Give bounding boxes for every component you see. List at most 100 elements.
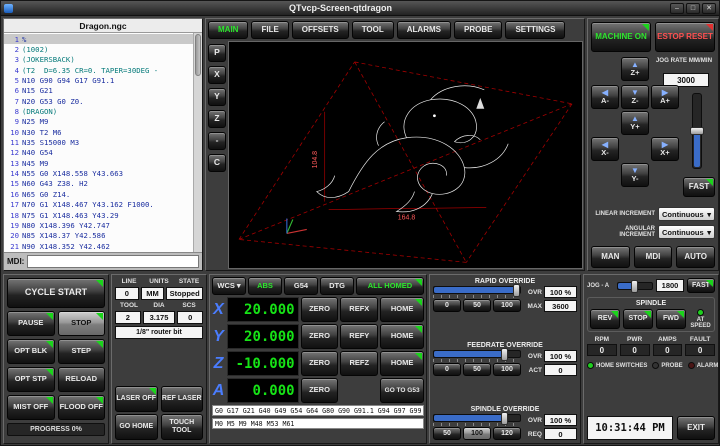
slider-handle[interactable] bbox=[513, 284, 520, 297]
abs-button[interactable]: ABS bbox=[248, 277, 282, 295]
gcode-line[interactable]: 5N10 G90 G94 G17 G91.1 bbox=[4, 75, 193, 85]
linear-increment-combo[interactable]: Continuous ▾ bbox=[658, 207, 715, 221]
gcode-line[interactable]: 21N90 X148.352 Y42.462 bbox=[4, 241, 193, 251]
gcode-line[interactable]: 14N55 G0 X148.558 Y43.663 bbox=[4, 168, 193, 178]
rapid-0-button[interactable]: 0 bbox=[433, 299, 461, 312]
spindle-120-button[interactable]: 120 bbox=[493, 427, 521, 440]
stop-button[interactable]: STOP bbox=[58, 311, 106, 336]
slider-handle[interactable] bbox=[501, 412, 508, 425]
slider-handle[interactable] bbox=[501, 348, 508, 361]
gremlin-preview[interactable]: 164.8 104.8 bbox=[228, 41, 583, 269]
g5x-button[interactable]: G54 bbox=[284, 277, 318, 295]
close-button[interactable]: ✕ bbox=[702, 3, 716, 14]
clear-view-button[interactable]: C bbox=[208, 154, 226, 172]
goto-g53-button[interactable]: GO TO G53 bbox=[380, 378, 424, 403]
laser-button[interactable]: LASER OFF bbox=[115, 386, 158, 412]
view-perspective-button[interactable]: P bbox=[208, 44, 226, 62]
gcode-line[interactable]: 2(1002) bbox=[4, 44, 193, 54]
maximize-button[interactable]: □ bbox=[686, 3, 700, 14]
ref-x-button[interactable]: REFX bbox=[340, 297, 378, 322]
jog-a-value[interactable]: 1800 bbox=[656, 279, 684, 292]
jog-y-plus-button[interactable]: ▲Y+ bbox=[621, 111, 649, 135]
view-z-button[interactable]: Z bbox=[208, 110, 226, 128]
touch-tool-button[interactable]: TOUCH TOOL bbox=[161, 414, 204, 440]
gcode-line[interactable]: 18N75 G1 X148.463 Y43.29 bbox=[4, 210, 193, 220]
zero-y-button[interactable]: ZERO bbox=[301, 324, 339, 349]
jog-a-slider[interactable] bbox=[617, 282, 653, 290]
reload-button[interactable]: RELOAD bbox=[58, 367, 106, 392]
jog-x-plus-button[interactable]: ▶X+ bbox=[651, 137, 679, 161]
angular-increment-combo[interactable]: Continuous ▾ bbox=[658, 225, 715, 239]
slider-handle[interactable] bbox=[631, 280, 638, 293]
gcode-line[interactable]: 17N70 G1 X148.467 Y43.162 F1000. bbox=[4, 200, 193, 210]
jog-rate-slider[interactable] bbox=[692, 93, 702, 169]
feed-50-button[interactable]: 50 bbox=[463, 363, 491, 376]
gcode-line[interactable]: 10N30 T2 M6 bbox=[4, 127, 193, 137]
home-y-button[interactable]: HOME bbox=[380, 324, 424, 349]
wcs-button[interactable]: WCS ▾ bbox=[212, 277, 246, 295]
jog-z-minus-button[interactable]: ▼Z- bbox=[621, 85, 649, 109]
mode-mdi-button[interactable]: MDI bbox=[634, 246, 673, 268]
tab-offsets[interactable]: OFFSETS bbox=[292, 21, 349, 39]
gcode-line[interactable]: 13N45 M9 bbox=[4, 158, 193, 168]
feedrate-override-slider[interactable] bbox=[433, 350, 521, 358]
zero-z-button[interactable]: ZERO bbox=[301, 351, 339, 376]
gcode-line[interactable]: 8(DRAGON) bbox=[4, 106, 193, 116]
gcode-line[interactable]: 20N85 X148.37 Y42.586 bbox=[4, 231, 193, 241]
zero-a-button[interactable]: ZERO bbox=[301, 378, 339, 403]
jog-fast-button[interactable]: FAST bbox=[683, 177, 715, 197]
ref-laser-button[interactable]: REF LASER bbox=[161, 386, 204, 412]
rapid-50-button[interactable]: 50 bbox=[463, 299, 491, 312]
gcode-line[interactable]: 1% bbox=[4, 34, 193, 44]
spindle-override-slider[interactable] bbox=[433, 414, 521, 422]
optional-stop-button[interactable]: OPT STP bbox=[7, 367, 55, 392]
gcode-line[interactable]: 6N15 G21 bbox=[4, 86, 193, 96]
step-button[interactable]: STEP bbox=[58, 339, 106, 364]
home-x-button[interactable]: HOME bbox=[380, 297, 424, 322]
exit-button[interactable]: EXIT bbox=[677, 416, 715, 440]
dtg-button[interactable]: DTG bbox=[320, 277, 354, 295]
spindle-fwd-button[interactable]: FWD bbox=[656, 309, 686, 329]
tab-main[interactable]: MAIN bbox=[208, 21, 248, 39]
gcode-line[interactable]: 3(JOKERSBACK) bbox=[4, 55, 193, 65]
tab-file[interactable]: FILE bbox=[251, 21, 288, 39]
scrollbar-thumb[interactable] bbox=[195, 34, 201, 76]
zero-x-button[interactable]: ZERO bbox=[301, 297, 339, 322]
view-x-button[interactable]: X bbox=[208, 66, 226, 84]
jog-a-plus-button[interactable]: ▶A+ bbox=[651, 85, 679, 109]
jog-y-minus-button[interactable]: ▼Y- bbox=[621, 163, 649, 187]
feed-0-button[interactable]: 0 bbox=[433, 363, 461, 376]
flood-button[interactable]: FLOOD OFF bbox=[58, 395, 106, 420]
tab-probe[interactable]: PROBE bbox=[454, 21, 502, 39]
gcode-line[interactable]: 16N65 G0 Z14. bbox=[4, 189, 193, 199]
gcode-line[interactable]: 19N80 X148.396 Y42.747 bbox=[4, 220, 193, 230]
jog-a-minus-button[interactable]: ◀A- bbox=[591, 85, 619, 109]
gcode-viewer[interactable]: 1% 2(1002) 3(JOKERSBACK) 4(T2 D=6.35 CR=… bbox=[4, 33, 202, 252]
spindle-stop-button[interactable]: STOP bbox=[623, 309, 653, 329]
view-y-button[interactable]: Y bbox=[208, 88, 226, 106]
gcode-line[interactable]: 7N20 G53 G0 Z0. bbox=[4, 96, 193, 106]
gcode-line[interactable]: 9N25 M9 bbox=[4, 117, 193, 127]
jog-x-minus-button[interactable]: ◀X- bbox=[591, 137, 619, 161]
home-z-button[interactable]: HOME bbox=[380, 351, 424, 376]
spindle-100-button[interactable]: 100 bbox=[463, 427, 491, 440]
pause-button[interactable]: PAUSE bbox=[7, 311, 55, 336]
mode-man-button[interactable]: MAN bbox=[591, 246, 630, 268]
mdi-input[interactable] bbox=[27, 255, 199, 268]
feed-100-button[interactable]: 100 bbox=[493, 363, 521, 376]
estop-reset-button[interactable]: ESTOP RESET bbox=[655, 22, 715, 52]
slider-handle[interactable] bbox=[690, 127, 704, 135]
tab-alarms[interactable]: ALARMS bbox=[397, 21, 451, 39]
tab-tool[interactable]: TOOL bbox=[352, 21, 394, 39]
go-home-button[interactable]: GO HOME bbox=[115, 414, 158, 440]
cycle-start-button[interactable]: CYCLE START bbox=[7, 278, 105, 308]
gcode-scrollbar[interactable] bbox=[193, 33, 202, 252]
gcode-line[interactable]: 4(T2 D=6.35 CR=0. TAPER=30DEG - bbox=[4, 65, 193, 75]
rapid-100-button[interactable]: 100 bbox=[493, 299, 521, 312]
tab-settings[interactable]: SETTINGS bbox=[505, 21, 565, 39]
all-homed-button[interactable]: ALL HOMED bbox=[356, 277, 424, 295]
machine-on-button[interactable]: MACHINE ON bbox=[591, 22, 651, 52]
spindle-rev-button[interactable]: REV bbox=[590, 309, 620, 329]
zoom-out-button[interactable]: - bbox=[208, 132, 226, 150]
gcode-line[interactable]: 15N60 G43 Z38. H2 bbox=[4, 179, 193, 189]
